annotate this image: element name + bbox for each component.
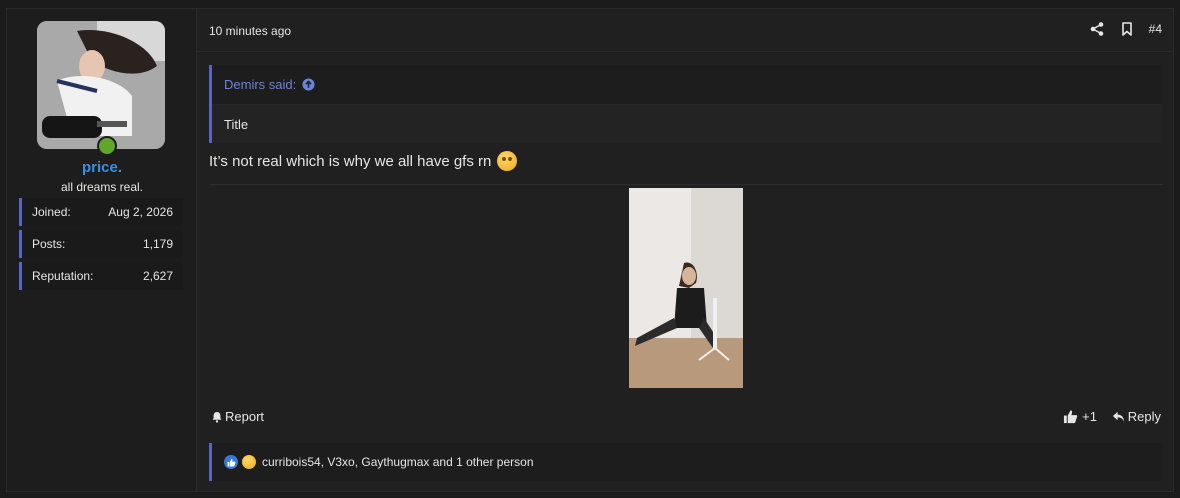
stat-label: Joined: <box>32 205 71 219</box>
user-stats: Joined: Aug 2, 2026 Posts: 1,179 Reputat… <box>19 198 183 294</box>
smiley-emoji-icon <box>497 151 518 171</box>
arrow-up-circle-icon[interactable] <box>302 78 315 91</box>
stat-posts: Posts: 1,179 <box>19 230 183 258</box>
stat-label: Posts: <box>32 237 66 251</box>
laugh-reaction-icon <box>242 455 256 469</box>
stat-value: Aug 2, 2026 <box>108 205 173 219</box>
avatar-image <box>37 21 165 149</box>
report-label: Report <box>225 409 265 424</box>
thumbs-up-icon <box>1064 410 1078 424</box>
username[interactable]: price. <box>7 159 197 176</box>
report-button[interactable]: Report <box>211 409 264 424</box>
quote-author[interactable]: Demirs said: <box>224 77 296 92</box>
user-title: all dreams real. <box>60 180 144 194</box>
bell-icon <box>212 411 222 423</box>
post-main: 10 minutes ago #4 Demirs said: Title It’… <box>197 9 1173 491</box>
reply-button[interactable]: Reply <box>1112 409 1161 424</box>
post-footer: Report +1 Reply <box>197 407 1173 427</box>
share-icon[interactable] <box>1089 21 1105 37</box>
like-reaction-icon <box>224 455 238 469</box>
reply-icon <box>1112 411 1124 422</box>
quote-content: Title <box>212 105 1163 143</box>
reply-label: Reply <box>1127 409 1161 424</box>
avatar-wrapper <box>37 21 165 156</box>
quote-header[interactable]: Demirs said: <box>212 65 1163 105</box>
attached-image[interactable] <box>629 188 743 388</box>
like-button[interactable]: +1 <box>1063 409 1097 424</box>
post-timestamp[interactable]: 10 minutes ago <box>209 24 291 38</box>
post-header-actions: #4 <box>1089 21 1162 37</box>
stat-value: 2,627 <box>142 269 173 283</box>
user-sidebar: price. all dreams real. Joined: Aug 2, 2… <box>7 9 197 491</box>
post-container: price. all dreams real. Joined: Aug 2, 2… <box>6 8 1174 492</box>
avatar[interactable] <box>37 21 165 149</box>
stat-reputation: Reputation: 2,627 <box>19 262 183 290</box>
quote-block: Demirs said: Title <box>209 65 1163 143</box>
bookmark-icon[interactable] <box>1119 21 1135 37</box>
stat-value: 1,179 <box>142 237 173 251</box>
post-body-text: It’s not real which is why we all have g… <box>209 152 492 170</box>
online-status-indicator <box>97 136 117 156</box>
reactions-bar[interactable]: curribois54, V3xo, Gaythugmax and 1 othe… <box>209 443 1163 481</box>
reactions-users[interactable]: curribois54, V3xo, Gaythugmax and 1 othe… <box>262 455 534 469</box>
post-header: 10 minutes ago #4 <box>197 9 1173 52</box>
like-count: +1 <box>1082 409 1097 424</box>
attached-photo <box>629 188 743 388</box>
stat-label: Reputation: <box>32 269 94 283</box>
content-divider <box>209 184 1163 185</box>
stat-joined: Joined: Aug 2, 2026 <box>19 198 183 226</box>
post-body: It’s not real which is why we all have g… <box>209 151 518 171</box>
post-number-link[interactable]: #4 <box>1149 22 1162 36</box>
